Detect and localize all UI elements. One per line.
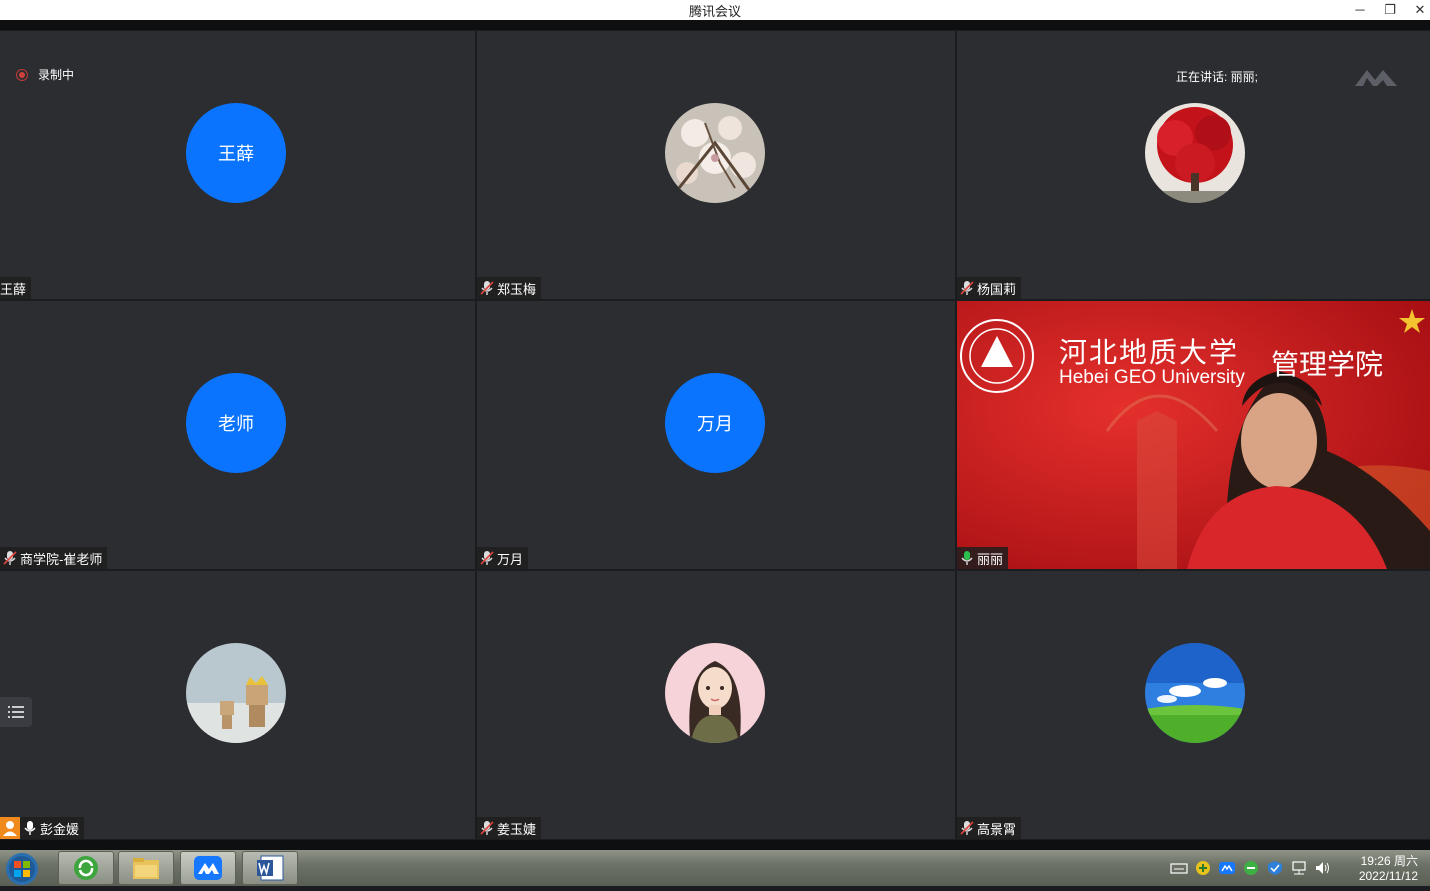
clock-time: 19:26 周六 [1360,854,1418,868]
recording-indicator[interactable]: 录制中 [16,66,74,83]
participant-name-tag: 姜玉婕 [477,817,542,839]
sky-meadow-photo-icon [1145,643,1245,743]
participant-name-tag: 商学院-崔老师 [0,547,108,569]
list-icon [8,706,24,718]
avatar [665,643,765,743]
avatar: 万月 [665,373,765,473]
university-name-en: Hebei GEO University [1059,367,1245,388]
participant-name: 高景霄 [977,821,1017,837]
magnolia-photo-icon [665,103,765,203]
clock-date: 2022/11/12 [1358,869,1418,883]
tencent-meeting-tray-icon[interactable] [1218,860,1236,876]
participant-name: 丽丽 [977,551,1004,567]
mic-muted-icon [3,551,17,565]
speaking-indicator: 正在讲话: 丽丽; [1176,70,1259,84]
avatar [665,103,765,203]
mic-muted-icon [480,551,494,565]
participant-tile[interactable]: 万月 万月 [477,301,955,569]
avatar: 王薛 [186,103,286,203]
volume-icon[interactable] [1314,860,1332,876]
participant-tile[interactable]: 郑玉梅 [477,31,955,299]
participant-name-tag: 郑玉梅 [477,277,542,299]
participant-name: 郑玉梅 [497,281,537,297]
participant-list-button[interactable] [0,697,32,727]
windows-taskbar: 19:26 周六 2022/11/12 [0,850,1430,886]
green-circle-icon[interactable] [1242,860,1260,876]
school-name: 管理学院 [1271,349,1384,380]
participant-tile[interactable]: 姜玉婕 [477,571,955,839]
windows-start-icon [6,853,38,885]
avatar [1145,103,1245,203]
taskbar-clock[interactable]: 19:26 周六 2022/11/12 [1346,854,1418,884]
taskbar-app-refresh[interactable] [58,851,114,885]
start-button[interactable] [2,852,44,886]
avatar: 老师 [186,373,286,473]
mic-speaking-icon [961,551,973,565]
folder-icon [133,858,159,879]
mic-muted-icon [480,821,494,835]
participant-name: 彭金媛 [40,821,80,837]
tencent-meeting-logo-icon [1355,70,1397,86]
participant-tile[interactable]: 老师 商学院-崔老师 [0,301,475,569]
participant-tile[interactable]: 彭金媛 [0,571,475,839]
participant-name: 王薛 [0,281,27,297]
mic-muted-icon [960,281,974,295]
person-icon [3,821,17,836]
mic-muted-icon [960,821,974,835]
toy-figures-photo-icon [186,643,286,743]
participant-name-tag: 万月 [477,547,529,569]
green-refresh-icon [74,856,98,880]
title-bar: 腾讯会议 ─ ❐ ✕ [0,0,1430,20]
window-title: 腾讯会议 [688,4,741,19]
taskbar-app-explorer[interactable] [118,851,174,885]
participant-name: 商学院-崔老师 [20,551,103,567]
university-name-cn: 河北地质大学 [1059,336,1240,369]
network-icon[interactable] [1290,860,1308,876]
close-button[interactable]: ✕ [1406,0,1430,20]
shield-icon[interactable] [1266,860,1284,876]
participant-name: 杨国莉 [977,281,1017,297]
taskbar-app-tencent-meeting[interactable] [180,851,236,885]
restore-button[interactable]: ❐ [1376,0,1404,20]
record-icon [16,68,28,81]
top-divider [0,20,1430,30]
add-icon[interactable] [1194,860,1212,876]
keyboard-icon[interactable] [1170,860,1188,876]
participant-name: 万月 [497,551,524,567]
mic-muted-icon [480,281,494,295]
girl-illustration-icon [665,643,765,743]
avatar [186,643,286,743]
bottom-divider [0,840,1430,850]
participant-tile[interactable]: 高景霄 [957,571,1430,839]
minimize-button[interactable]: ─ [1346,0,1374,20]
taskbar-app-word[interactable] [242,851,298,885]
active-speaker-video[interactable]: 河北地质大学 Hebei GEO University 管理学院 丽丽 [957,301,1430,569]
participant-name-tag: 杨国莉 [957,277,1022,299]
participant-name: 姜玉婕 [497,821,537,837]
participant-name-tag: 彭金媛 [20,817,85,839]
red-tree-photo-icon [1145,103,1245,203]
recording-label: 录制中 [38,68,75,82]
participant-name-tag: 丽丽 [957,547,1009,569]
system-tray [1170,860,1332,876]
avatar [1145,643,1245,743]
tencent-meeting-icon [194,856,222,880]
self-indicator [0,817,20,839]
participant-name-tag: 高景霄 [957,817,1022,839]
mic-icon [24,821,36,835]
word-icon [257,855,284,881]
participant-name-tag: 王薛 [0,277,32,299]
